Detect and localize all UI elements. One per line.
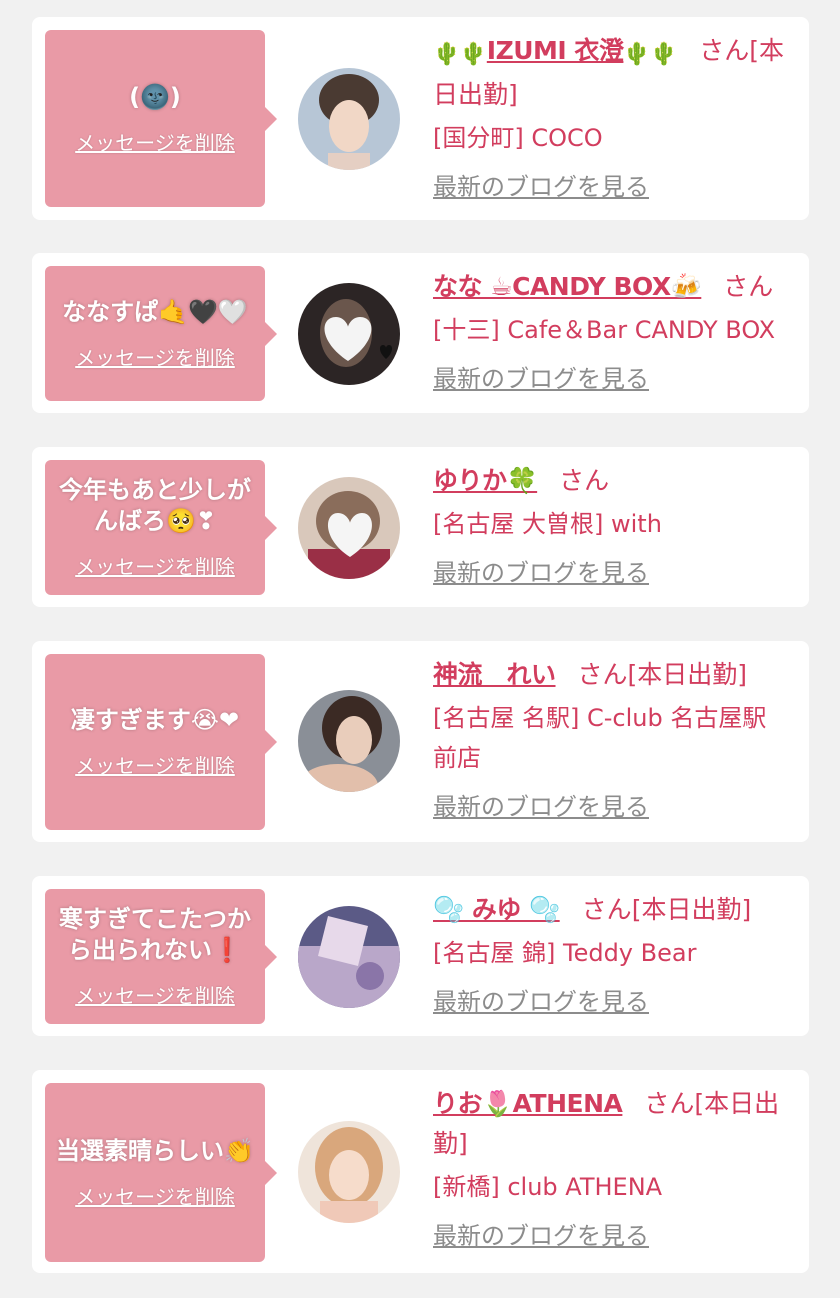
- girl-info: ゆりか🍀 さん [名古屋 大曽根] with 最新のブログを見る: [433, 461, 787, 588]
- message-bubble: 凄すぎます😭❤ メッセージを削除: [45, 654, 277, 830]
- message-card: ななすぱ🤙🖤🤍 メッセージを削除 なな ☕CANDY BOX🍻 さん [十三] C…: [32, 253, 809, 413]
- girl-info: 🌵🌵IZUMI 衣澄🌵🌵 さん[本日出勤] [国分町] COCO 最新のブログを見…: [433, 31, 787, 202]
- cactus-icon: 🌵🌵: [433, 42, 487, 67]
- girl-name-link[interactable]: 🫧 みゆ 🫧: [433, 895, 560, 924]
- avatar[interactable]: [298, 906, 400, 1008]
- message-text: 当選素晴らしい👏: [56, 1136, 254, 1165]
- girl-name-link[interactable]: 神流 れい: [433, 660, 556, 689]
- girl-info: りお🌷ATHENA さん[本日出勤] [新橋] club ATHENA 最新のブロ…: [433, 1084, 787, 1251]
- message-text: (🌚): [129, 82, 181, 111]
- delete-message-link[interactable]: メッセージを削除: [75, 127, 235, 156]
- girl-info: なな ☕CANDY BOX🍻 さん [十三] Cafe＆Bar CANDY BOX…: [433, 267, 787, 394]
- shop-name: [名古屋 名駅] C-club 名古屋駅前店: [433, 704, 767, 772]
- status-badge: [本日出勤]: [631, 895, 752, 924]
- status-badge: [本日出勤]: [627, 660, 748, 689]
- avatar-photo: [298, 68, 400, 170]
- girl-name-link[interactable]: りお🌷ATHENA: [433, 1089, 623, 1118]
- shop-name: [名古屋 錦] Teddy Bear: [433, 939, 697, 967]
- message-card: 今年もあと少しがんばろ🥺❣ メッセージを削除 ゆりか🍀 さん [名古屋 大曽根] …: [32, 447, 809, 607]
- avatar[interactable]: [298, 690, 400, 792]
- shop-name: [新橋] club ATHENA: [433, 1173, 663, 1201]
- avatar[interactable]: [298, 1121, 400, 1223]
- message-text: ななすぱ🤙🖤🤍: [62, 297, 248, 326]
- avatar-photo: [298, 1121, 400, 1223]
- message-card: 凄すぎます😭❤ メッセージを削除 神流 れい さん[本日出勤] [名古屋 名駅] …: [32, 641, 809, 842]
- message-text: 寒すぎてこたつから出られない❗: [59, 905, 251, 964]
- honorific: さん: [644, 1089, 695, 1118]
- message-bubble: (🌚) メッセージを削除: [45, 30, 277, 207]
- girl-name-link[interactable]: なな ☕CANDY BOX🍻: [433, 272, 702, 301]
- latest-blog-link[interactable]: 最新のブログを見る: [433, 987, 787, 1017]
- shop-name: [名古屋 大曽根] with: [433, 510, 662, 538]
- girl-name-link[interactable]: 🌵🌵IZUMI 衣澄🌵🌵: [433, 36, 678, 67]
- delete-message-link[interactable]: メッセージを削除: [75, 750, 235, 779]
- honorific: さん: [581, 895, 632, 924]
- honorific: さん: [559, 466, 610, 495]
- message-text: 凄すぎます😭❤: [70, 706, 240, 734]
- avatar[interactable]: [298, 283, 400, 385]
- message-text: 今年もあと少しがんばろ🥺❣: [59, 476, 251, 535]
- message-list: (🌚) メッセージを削除 🌵🌵IZUMI 衣澄🌵🌵 さん[本日出勤] [国分町] …: [0, 0, 840, 1298]
- avatar-photo: [298, 906, 400, 1008]
- message-bubble: 当選素晴らしい👏 メッセージを削除: [45, 1083, 277, 1262]
- latest-blog-link[interactable]: 最新のブログを見る: [433, 172, 787, 202]
- message-bubble: 寒すぎてこたつから出られない❗ メッセージを削除: [45, 889, 277, 1024]
- message-bubble: ななすぱ🤙🖤🤍 メッセージを削除: [45, 266, 277, 401]
- avatar-photo: [298, 477, 400, 579]
- delete-message-link[interactable]: メッセージを削除: [75, 342, 235, 371]
- latest-blog-link[interactable]: 最新のブログを見る: [433, 364, 787, 394]
- delete-message-link[interactable]: メッセージを削除: [75, 980, 235, 1009]
- message-card: 当選素晴らしい👏 メッセージを削除 りお🌷ATHENA さん[本日出勤] [新橋]…: [32, 1070, 809, 1273]
- avatar[interactable]: [298, 68, 400, 170]
- shop-name: [十三] Cafe＆Bar CANDY BOX: [433, 316, 776, 344]
- honorific: さん: [699, 36, 750, 65]
- girl-name-link[interactable]: ゆりか🍀: [433, 466, 538, 495]
- avatar-photo: [298, 690, 400, 792]
- latest-blog-link[interactable]: 最新のブログを見る: [433, 1221, 787, 1251]
- delete-message-link[interactable]: メッセージを削除: [75, 551, 235, 580]
- delete-message-link[interactable]: メッセージを削除: [75, 1181, 235, 1210]
- message-bubble: 今年もあと少しがんばろ🥺❣ メッセージを削除: [45, 460, 277, 595]
- message-card: (🌚) メッセージを削除 🌵🌵IZUMI 衣澄🌵🌵 さん[本日出勤] [国分町] …: [32, 17, 809, 220]
- latest-blog-link[interactable]: 最新のブログを見る: [433, 792, 787, 822]
- girl-info: 神流 れい さん[本日出勤] [名古屋 名駅] C-club 名古屋駅前店 最新の…: [433, 655, 787, 822]
- shop-name: [国分町] COCO: [433, 124, 603, 152]
- avatar-photo: [298, 283, 400, 385]
- avatar[interactable]: [298, 477, 400, 579]
- honorific: さん: [577, 660, 628, 689]
- cactus-icon: 🌵🌵: [623, 42, 678, 67]
- girl-info: 🫧 みゆ 🫧 さん[本日出勤] [名古屋 錦] Teddy Bear 最新のブログ…: [433, 890, 787, 1017]
- latest-blog-link[interactable]: 最新のブログを見る: [433, 558, 787, 588]
- message-card: 寒すぎてこたつから出られない❗ メッセージを削除 🫧 みゆ 🫧 さん[本日出勤] …: [32, 876, 809, 1036]
- honorific: さん: [723, 272, 774, 301]
